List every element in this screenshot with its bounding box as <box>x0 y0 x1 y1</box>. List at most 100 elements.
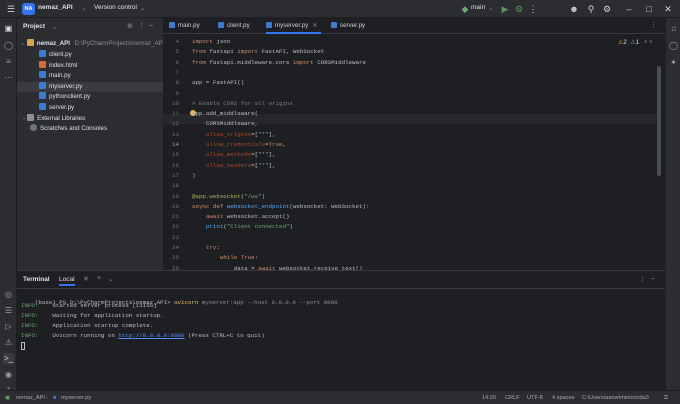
tab-terminal[interactable]: Terminal <box>23 276 50 283</box>
run-config-selector[interactable]: main <box>471 4 485 11</box>
more-actions-icon[interactable]: ⋮ <box>527 3 539 15</box>
search-icon[interactable]: ⚲ <box>585 3 597 15</box>
python-file-icon <box>266 22 272 28</box>
main-menu-icon[interactable]: ☰ <box>5 3 17 15</box>
services-icon[interactable]: ◉ <box>3 369 14 380</box>
tree-root[interactable]: ⌄ nemaz_API D:\PyCharmProjects\nemaz_API <box>17 39 165 50</box>
debug-icon[interactable]: ⚙ <box>513 3 525 15</box>
status-bar: ▣ nemaz_API › ■ myserver.py 14:20 CRLF U… <box>0 390 680 404</box>
structure-icon[interactable]: ≡ <box>3 56 14 67</box>
project-badge: NA <box>22 3 35 15</box>
terminal-output-line: INFO: Waiting for application startup. <box>21 312 164 319</box>
title-bar: ☰ NA nemaz_API ⌄ Version control ⌄ ◆ mai… <box>0 0 680 18</box>
more-options-icon[interactable]: ⋮ <box>138 22 145 30</box>
breadcrumb-file[interactable]: myserver.py <box>61 393 91 403</box>
indent-setting[interactable]: 4 spaces <box>552 393 574 403</box>
commit-icon[interactable]: ◯ <box>3 40 14 51</box>
tab-client-py[interactable]: client.py <box>218 18 250 34</box>
right-tool-strip: ♫ ◯ ✦ <box>665 18 680 390</box>
hide-panel-icon[interactable]: – <box>651 275 655 282</box>
maximize-icon[interactable]: □ <box>643 3 655 15</box>
code-line: app.add_middleware( <box>192 110 259 118</box>
close-icon[interactable]: ✕ <box>83 275 89 283</box>
line-separator[interactable]: CRLF <box>505 393 520 403</box>
more-tabs-icon[interactable]: ⋮ <box>650 21 657 29</box>
close-icon[interactable]: ✕ <box>312 23 317 29</box>
tree-file[interactable]: server.py <box>17 103 163 114</box>
hide-panel-icon[interactable]: – <box>149 22 153 29</box>
file-encoding[interactable]: UTF-8 <box>527 393 543 403</box>
terminal-panel: Terminal Local ✕ + ⌄ ⋮ – (base) PS D:\Py… <box>17 270 665 390</box>
code-line: allow_methods=["*"], <box>205 151 276 159</box>
tree-file[interactable]: client.py <box>17 50 163 61</box>
caret-position[interactable]: 14:20 <box>482 393 496 403</box>
tab-server-py[interactable]: server.py <box>331 18 365 34</box>
code-line: CORSMiddleware, <box>192 120 259 128</box>
add-tab-icon[interactable]: + <box>97 275 101 282</box>
project-panel: Project ⌄ ⊕ ⋮ – ⌄ nemaz_API D:\PyCharmPr… <box>17 18 165 270</box>
tab-main-py[interactable]: main.py <box>169 18 200 34</box>
database-icon[interactable]: ◯ <box>668 40 679 51</box>
server-url-link[interactable]: http://0.0.0.0:8000 <box>118 332 184 339</box>
code-line: from fastapi import FastAPI, WebSocket <box>192 48 325 56</box>
breadcrumb-project[interactable]: nemaz_API <box>16 393 45 403</box>
layers-icon[interactable]: ☰ <box>3 305 14 316</box>
gear-icon[interactable]: ⚙ <box>601 3 613 15</box>
log-level: INFO: <box>21 322 39 329</box>
lock-icon[interactable]: ⚿ <box>664 393 668 403</box>
code-line: try: <box>205 244 220 251</box>
code-line: async def websocket_endpoint(websocket: … <box>192 202 370 210</box>
file-name: main.py <box>49 72 71 80</box>
folder-icon[interactable]: ▣ <box>3 23 14 34</box>
terminal-output-line: INFO: Application startup complete. <box>21 322 153 329</box>
tree-scratches[interactable]: Scratches and Consoles <box>17 124 163 135</box>
run-icon[interactable]: ▷ <box>3 321 14 332</box>
editor: main.py client.py myserver.py ✕ server.py… <box>163 18 665 303</box>
minimize-icon[interactable]: – <box>623 3 635 15</box>
terminal-icon[interactable]: >_ <box>3 353 14 364</box>
user-icon[interactable]: ☻ <box>568 3 580 15</box>
scratches-icon <box>30 124 37 132</box>
code-line: # Enable CORS for all origins <box>192 99 293 107</box>
code-line: print("Client connected") <box>205 223 293 231</box>
chevron-down-icon: ⌄ <box>81 5 87 12</box>
python-file-icon <box>331 22 337 28</box>
tree-external-libraries[interactable]: › External Libraries <box>17 113 163 125</box>
more-tools-icon[interactable]: ⋯ <box>3 72 14 83</box>
tab-local[interactable]: Local <box>59 276 75 286</box>
notifications-icon[interactable]: ♫ <box>668 23 679 34</box>
python-file-icon <box>39 92 46 100</box>
python-file-icon <box>39 71 46 79</box>
ai-assistant-icon[interactable]: ✦ <box>668 57 679 68</box>
left-tool-strip: ▣ ◯ ≡ ⋯ ◎ ☰ ▷ ⚠ >_ ◉ ᛉ <box>0 18 17 395</box>
python-file-icon <box>218 22 224 28</box>
python-packages-icon[interactable]: ◎ <box>3 289 14 300</box>
vcs-selector[interactable]: Version control <box>94 4 137 11</box>
terminal-cursor[interactable] <box>21 342 25 350</box>
command-args: myserver:app --host 0.0.0.0 --port 8000 <box>201 299 338 306</box>
tree-file[interactable]: index.html <box>17 60 163 72</box>
editor-scrollbar[interactable] <box>657 66 661 176</box>
code-line: await websocket.accept() <box>205 213 290 221</box>
chevron-down-icon: ⌄ <box>20 40 26 47</box>
close-icon[interactable]: ✕ <box>662 3 674 15</box>
more-options-icon[interactable]: ⋮ <box>639 275 646 283</box>
scratches-label: Scratches and Consoles <box>40 125 108 133</box>
tab-myserver-py[interactable]: myserver.py ✕ <box>266 18 322 34</box>
chevron-down-icon[interactable]: ⌄ <box>52 23 57 31</box>
root-path: D:\PyCharmProjects\nemaz_API <box>74 40 165 47</box>
log-level: INFO: <box>21 312 39 319</box>
tree-file-selected[interactable]: myserver.py <box>17 81 163 93</box>
select-opened-file-icon[interactable]: ⊕ <box>127 22 133 30</box>
project-selector[interactable]: nemaz_API <box>38 4 73 11</box>
run-icon[interactable]: ▶ <box>499 3 511 15</box>
interpreter-selector[interactable]: C:\Users\aanw\miniconda3 <box>582 393 649 403</box>
code-area[interactable]: import json from fastapi import FastAPI,… <box>163 36 657 270</box>
tree-file[interactable]: main.py <box>17 71 163 82</box>
log-level: INFO: <box>21 302 39 309</box>
tree-file[interactable]: pythonclient.py <box>17 92 163 103</box>
chevron-down-icon[interactable]: ⌄ <box>108 275 113 283</box>
problems-icon[interactable]: ⚠ <box>3 337 14 348</box>
code-line: @app.websocket("/ws") <box>192 192 266 200</box>
code-line: import json <box>192 38 231 45</box>
